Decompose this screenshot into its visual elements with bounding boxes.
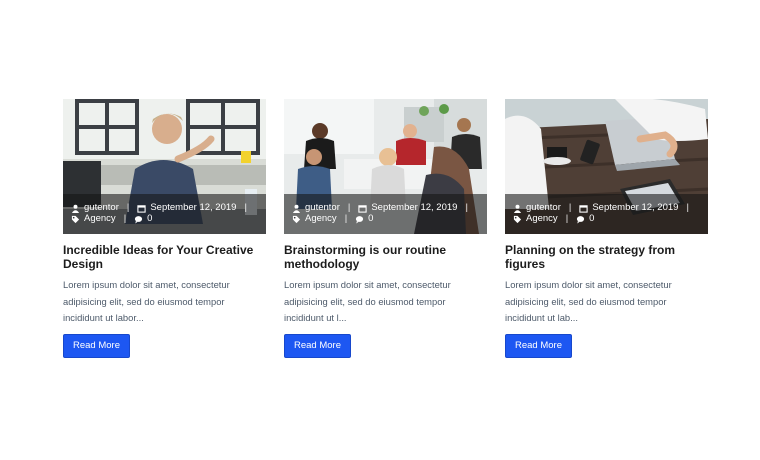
post-category[interactable]: Agency [526, 213, 558, 225]
read-more-button[interactable]: Read More [63, 333, 130, 358]
post-excerpt: Lorem ipsum dolor sit amet, consectetur … [63, 279, 230, 323]
post-title[interactable]: Planning on the strategy from figures [505, 243, 708, 271]
calendar-icon [358, 204, 367, 213]
post-category[interactable]: Agency [305, 213, 337, 225]
post-comment-count[interactable]: 0 [589, 213, 594, 225]
post-date[interactable]: September 12, 2019 [371, 202, 457, 214]
user-icon [292, 204, 301, 213]
meta-separator: | [568, 202, 572, 213]
meta-separator: | [686, 202, 689, 213]
post-title[interactable]: Incredible Ideas for Your Creative Desig… [63, 243, 266, 271]
meta-separator: | [126, 202, 130, 213]
meta-separator: | [465, 202, 468, 213]
calendar-icon [137, 204, 146, 213]
comment-icon [355, 215, 364, 224]
post-date[interactable]: September 12, 2019 [150, 202, 236, 214]
meta-separator: | [244, 202, 247, 213]
blog-post-grid: gutentor | September 12, 2019 | Agency |… [63, 99, 708, 358]
post-title[interactable]: Brainstorming is our routine methodology [284, 243, 487, 271]
post-meta-overlay: gutentor | September 12, 2019 | Agency |… [63, 194, 266, 234]
meta-separator: | [565, 213, 569, 224]
meta-separator: | [123, 213, 127, 224]
post-comment-count[interactable]: 0 [147, 213, 152, 225]
post-card: gutentor | September 12, 2019 | Agency |… [284, 99, 487, 358]
read-more-button[interactable]: Read More [284, 333, 351, 358]
post-meta-overlay: gutentor | September 12, 2019 | Agency |… [284, 194, 487, 234]
tag-icon [513, 215, 522, 224]
tag-icon [71, 215, 80, 224]
post-thumbnail[interactable]: gutentor | September 12, 2019 | Agency |… [284, 99, 487, 234]
user-icon [71, 204, 80, 213]
tag-icon [292, 215, 301, 224]
post-card: gutentor | September 12, 2019 | Agency |… [63, 99, 266, 358]
post-thumbnail[interactable]: gutentor | September 12, 2019 | Agency |… [505, 99, 708, 234]
post-category[interactable]: Agency [84, 213, 116, 225]
post-meta-overlay: gutentor | September 12, 2019 | Agency |… [505, 194, 708, 234]
post-comment-count[interactable]: 0 [368, 213, 373, 225]
meta-separator: | [347, 202, 351, 213]
post-thumbnail[interactable]: gutentor | September 12, 2019 | Agency |… [63, 99, 266, 234]
comment-icon [576, 215, 585, 224]
comment-icon [134, 215, 143, 224]
read-more-button[interactable]: Read More [505, 333, 572, 358]
meta-separator: | [344, 213, 348, 224]
user-icon [513, 204, 522, 213]
post-excerpt: Lorem ipsum dolor sit amet, consectetur … [505, 279, 672, 323]
post-excerpt: Lorem ipsum dolor sit amet, consectetur … [284, 279, 451, 323]
calendar-icon [579, 204, 588, 213]
post-date[interactable]: September 12, 2019 [592, 202, 678, 214]
post-card: gutentor | September 12, 2019 | Agency |… [505, 99, 708, 358]
